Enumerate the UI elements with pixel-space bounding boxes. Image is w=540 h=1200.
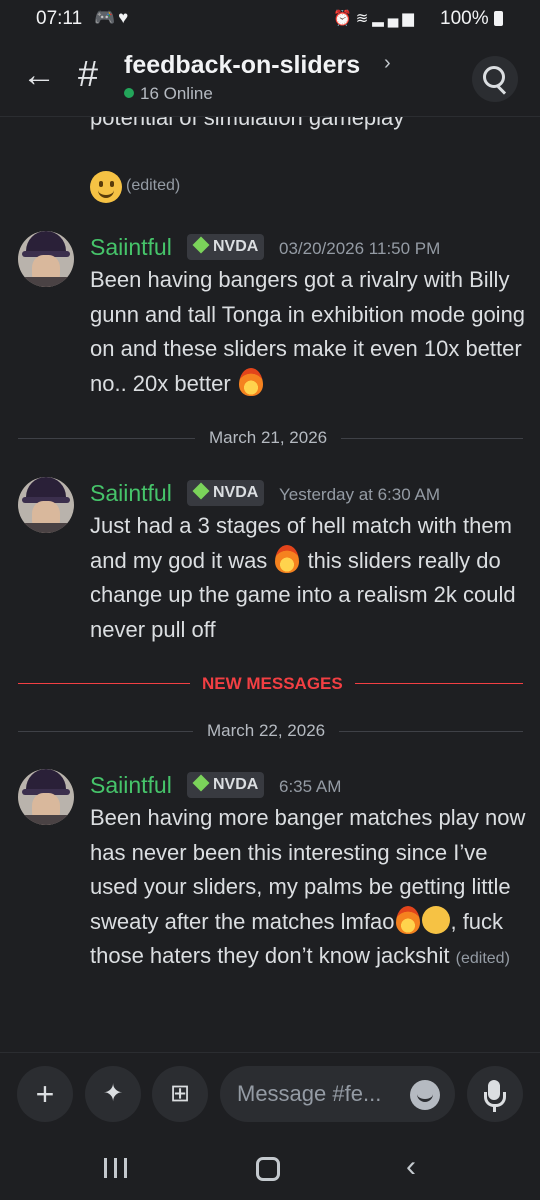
- signal-icon: ▂▄▆: [372, 10, 418, 27]
- message-list[interactable]: potential of simulation gameplay (edited…: [0, 117, 540, 1052]
- nav-back-icon[interactable]: ‹: [406, 1150, 416, 1184]
- wifi-icon: ≋: [355, 10, 373, 27]
- status-time: 07:11: [36, 8, 83, 29]
- gift-icon: ⊞: [169, 1080, 191, 1107]
- edited-label: (edited): [455, 950, 510, 967]
- message-input[interactable]: Message #fe...: [220, 1066, 455, 1122]
- apps-icon: ✦: [102, 1080, 124, 1107]
- heart-icon: ♥: [118, 8, 132, 27]
- plus-button[interactable]: +: [17, 1066, 73, 1122]
- message-text-cutoff: potential of simulation gameplay: [90, 117, 405, 130]
- fire-emoji-icon: [396, 905, 421, 934]
- guild-tag-badge[interactable]: NVDA: [187, 772, 265, 798]
- system-nav-bar: ‹: [0, 1136, 540, 1200]
- channel-header: ← # feedback-on-sliders › 16 Online: [0, 38, 540, 117]
- message-body[interactable]: Been having more banger matches play now…: [90, 801, 530, 977]
- arrow-left-icon[interactable]: ←: [22, 58, 56, 92]
- search-button[interactable]: [472, 56, 518, 102]
- avatar[interactable]: [18, 477, 74, 533]
- new-messages-divider: NEW MESSAGES: [190, 674, 355, 694]
- message-body[interactable]: Been having bangers got a rivalry with B…: [90, 263, 530, 401]
- username[interactable]: Saiintful: [90, 480, 172, 507]
- chevron-right-icon[interactable]: ›: [384, 52, 391, 75]
- search-icon: [483, 66, 505, 88]
- battery-icon: [494, 11, 503, 26]
- message-timestamp: Yesterday at 6:30 AM: [279, 485, 440, 504]
- username[interactable]: Saiintful: [90, 234, 172, 261]
- heart-icon: [192, 236, 210, 254]
- guild-tag-badge[interactable]: NVDA: [187, 480, 265, 506]
- heart-icon: [192, 482, 210, 500]
- status-bar: 07:11 🎮♥ ⏰≋▂▄▆ 100%: [0, 0, 540, 38]
- fire-emoji-icon: [275, 544, 300, 573]
- online-count: 16 Online: [140, 84, 213, 103]
- channel-name[interactable]: feedback-on-sliders: [124, 51, 360, 80]
- message-composer: + ✦ ⊞ Message #fe...: [0, 1052, 540, 1137]
- slightly-smiling-emoji-icon: [90, 171, 122, 203]
- voice-message-button[interactable]: [467, 1066, 523, 1122]
- guild-tag-badge[interactable]: NVDA: [187, 234, 265, 260]
- edited-label: (edited): [126, 177, 181, 194]
- notification-icons: 🎮♥: [94, 8, 131, 28]
- message-timestamp: 6:35 AM: [279, 777, 342, 796]
- date-divider: March 21, 2026: [195, 428, 342, 448]
- plus-icon: +: [35, 1076, 55, 1112]
- discord-icon: 🎮: [94, 8, 119, 27]
- battery-text: 100%: [440, 8, 489, 29]
- system-icons: ⏰≋▂▄▆: [333, 9, 418, 27]
- laughing-crying-cat-emoji-icon: [422, 905, 451, 934]
- online-status-dot: [124, 88, 134, 98]
- message-input-placeholder: Message #fe...: [237, 1081, 382, 1106]
- avatar[interactable]: [18, 231, 74, 287]
- emoji-icon[interactable]: [410, 1080, 440, 1110]
- fire-emoji-icon: [238, 367, 263, 396]
- recents-icon[interactable]: [104, 1158, 128, 1178]
- heart-icon: [192, 774, 210, 792]
- date-divider: March 22, 2026: [193, 721, 340, 741]
- message-timestamp: 03/20/2026 11:50 PM: [279, 239, 441, 258]
- channel-hash-icon: #: [78, 53, 99, 94]
- alarm-icon: ⏰: [333, 10, 356, 27]
- avatar[interactable]: [18, 769, 74, 825]
- home-icon[interactable]: [256, 1157, 280, 1181]
- apps-button[interactable]: ✦: [85, 1066, 141, 1122]
- username[interactable]: Saiintful: [90, 772, 172, 799]
- gift-button[interactable]: ⊞: [152, 1066, 208, 1122]
- message-body[interactable]: Just had a 3 stages of hell match with t…: [90, 509, 530, 647]
